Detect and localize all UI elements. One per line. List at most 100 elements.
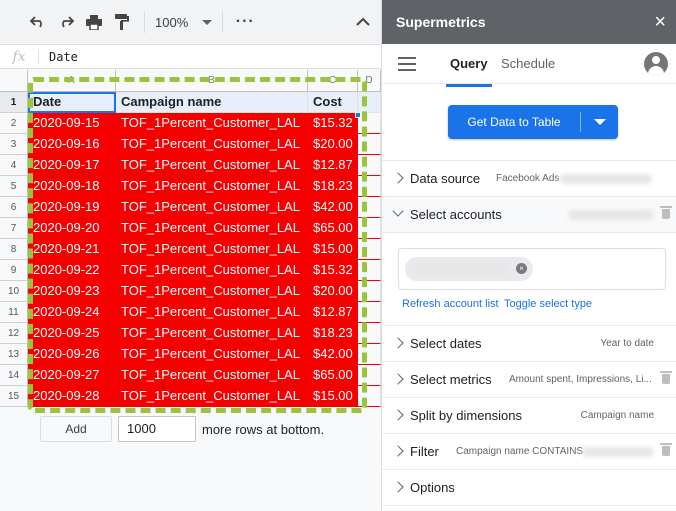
header-cell[interactable]: Campaign name bbox=[116, 92, 308, 113]
table-cell[interactable]: TOF_1Percent_Customer_LAL bbox=[116, 260, 308, 281]
empty-cell[interactable] bbox=[358, 155, 381, 176]
trash-icon[interactable] bbox=[660, 371, 672, 384]
table-cell[interactable]: $42.00 bbox=[308, 344, 358, 365]
undo-icon[interactable] bbox=[24, 8, 52, 36]
menu-icon[interactable] bbox=[398, 57, 416, 71]
table-cell[interactable]: TOF_1Percent_Customer_LAL bbox=[116, 176, 308, 197]
empty-cell[interactable] bbox=[358, 260, 381, 281]
table-cell[interactable]: $15.32 bbox=[308, 260, 358, 281]
header-cell[interactable]: Cost bbox=[308, 92, 358, 113]
print-icon[interactable] bbox=[80, 8, 108, 36]
table-cell[interactable]: TOF_1Percent_Customer_LAL bbox=[116, 386, 308, 407]
column-header-b[interactable]: B bbox=[116, 70, 308, 92]
table-cell[interactable]: TOF_1Percent_Customer_LAL bbox=[116, 155, 308, 176]
add-rows-button[interactable]: Add bbox=[40, 416, 112, 442]
section-split-by-dimensions[interactable]: Split by dimensions Campaign name bbox=[382, 398, 676, 434]
row-header[interactable]: 14 bbox=[0, 365, 28, 386]
empty-cell[interactable] bbox=[358, 92, 381, 113]
row-header[interactable]: 6 bbox=[0, 197, 28, 218]
table-cell[interactable]: TOF_1Percent_Customer_LAL bbox=[116, 365, 308, 386]
row-header[interactable]: 9 bbox=[0, 260, 28, 281]
table-cell[interactable]: $65.00 bbox=[308, 365, 358, 386]
empty-cell[interactable] bbox=[358, 134, 381, 155]
row-header[interactable]: 2 bbox=[0, 113, 28, 134]
table-cell[interactable]: 2020-09-26 bbox=[28, 344, 116, 365]
table-cell[interactable]: TOF_1Percent_Customer_LAL bbox=[116, 344, 308, 365]
table-cell[interactable]: $20.00 bbox=[308, 281, 358, 302]
section-filter[interactable]: Filter Campaign name CONTAINS bbox=[382, 434, 676, 470]
row-header[interactable]: 3 bbox=[0, 134, 28, 155]
row-header[interactable]: 1 bbox=[0, 92, 28, 113]
row-header[interactable]: 8 bbox=[0, 239, 28, 260]
table-cell[interactable]: $15.00 bbox=[308, 239, 358, 260]
table-cell[interactable]: $42.00 bbox=[308, 197, 358, 218]
row-header[interactable]: 10 bbox=[0, 281, 28, 302]
section-options[interactable]: Options bbox=[382, 470, 676, 506]
row-header[interactable]: 4 bbox=[0, 155, 28, 176]
column-header-d[interactable]: D bbox=[358, 70, 381, 92]
tab-schedule[interactable]: Schedule bbox=[501, 44, 555, 84]
row-header[interactable]: 15 bbox=[0, 386, 28, 407]
account-avatar-icon[interactable] bbox=[644, 52, 668, 76]
table-cell[interactable]: 2020-09-28 bbox=[28, 386, 116, 407]
trash-icon[interactable] bbox=[660, 206, 672, 219]
remove-chip-icon[interactable]: × bbox=[516, 263, 527, 274]
formula-input[interactable]: Date bbox=[49, 50, 78, 64]
table-cell[interactable]: $18.23 bbox=[308, 323, 358, 344]
table-cell[interactable]: $18.23 bbox=[308, 176, 358, 197]
table-cell[interactable]: TOF_1Percent_Customer_LAL bbox=[116, 281, 308, 302]
table-cell[interactable]: TOF_1Percent_Customer_LAL bbox=[116, 134, 308, 155]
table-cell[interactable]: 2020-09-15 bbox=[28, 113, 116, 134]
table-cell[interactable]: 2020-09-20 bbox=[28, 218, 116, 239]
table-cell[interactable]: 2020-09-21 bbox=[28, 239, 116, 260]
row-header[interactable]: 5 bbox=[0, 176, 28, 197]
collapse-toolbar-icon[interactable] bbox=[353, 12, 373, 32]
get-data-button[interactable]: Get Data to Table bbox=[448, 105, 618, 139]
redo-icon[interactable] bbox=[52, 8, 80, 36]
table-cell[interactable]: 2020-09-25 bbox=[28, 323, 116, 344]
close-icon[interactable]: × bbox=[654, 12, 666, 32]
section-select-metrics[interactable]: Select metrics Amount spent, Impressions… bbox=[382, 362, 676, 398]
table-cell[interactable]: $65.00 bbox=[308, 218, 358, 239]
refresh-account-list-link[interactable]: Refresh account list bbox=[402, 298, 499, 310]
empty-cell[interactable] bbox=[358, 344, 381, 365]
table-cell[interactable]: $20.00 bbox=[308, 134, 358, 155]
row-header[interactable]: 13 bbox=[0, 344, 28, 365]
section-select-dates[interactable]: Select dates Year to date bbox=[382, 326, 676, 362]
table-cell[interactable]: TOF_1Percent_Customer_LAL bbox=[116, 302, 308, 323]
trash-icon[interactable] bbox=[660, 443, 672, 456]
table-cell[interactable]: 2020-09-27 bbox=[28, 365, 116, 386]
table-cell[interactable]: 2020-09-19 bbox=[28, 197, 116, 218]
empty-cell[interactable] bbox=[358, 386, 381, 407]
column-header-c[interactable]: C bbox=[308, 70, 358, 92]
table-cell[interactable]: 2020-09-18 bbox=[28, 176, 116, 197]
empty-cell[interactable] bbox=[358, 197, 381, 218]
section-select-accounts[interactable]: Select accounts bbox=[382, 197, 676, 233]
zoom-select[interactable]: 100% bbox=[153, 15, 214, 30]
paint-format-icon[interactable] bbox=[108, 8, 136, 36]
empty-cell[interactable] bbox=[358, 281, 381, 302]
section-data-source[interactable]: Data source Facebook Ads bbox=[382, 161, 676, 197]
row-header[interactable]: 12 bbox=[0, 323, 28, 344]
empty-cell[interactable] bbox=[358, 323, 381, 344]
tab-query[interactable]: Query bbox=[446, 44, 492, 87]
table-cell[interactable]: TOF_1Percent_Customer_LAL bbox=[116, 239, 308, 260]
table-cell[interactable]: $12.87 bbox=[308, 155, 358, 176]
add-rows-count-input[interactable]: 1000 bbox=[118, 416, 196, 442]
get-data-dropdown[interactable] bbox=[581, 119, 618, 125]
empty-cell[interactable] bbox=[358, 218, 381, 239]
table-cell[interactable]: $15.32 bbox=[308, 113, 358, 134]
table-cell[interactable]: 2020-09-23 bbox=[28, 281, 116, 302]
more-options-icon[interactable]: ··· bbox=[231, 8, 259, 36]
header-cell[interactable]: Date bbox=[28, 92, 116, 113]
account-select-field[interactable]: × bbox=[398, 248, 666, 290]
row-header[interactable]: 11 bbox=[0, 302, 28, 323]
table-cell[interactable]: 2020-09-16 bbox=[28, 134, 116, 155]
column-header-a[interactable]: A bbox=[28, 70, 116, 92]
table-cell[interactable]: 2020-09-17 bbox=[28, 155, 116, 176]
table-cell[interactable]: $15.00 bbox=[308, 386, 358, 407]
table-cell[interactable]: 2020-09-24 bbox=[28, 302, 116, 323]
table-cell[interactable]: $12.87 bbox=[308, 302, 358, 323]
fill-handle[interactable] bbox=[355, 112, 361, 118]
toggle-select-type-link[interactable]: Toggle select type bbox=[504, 298, 592, 310]
